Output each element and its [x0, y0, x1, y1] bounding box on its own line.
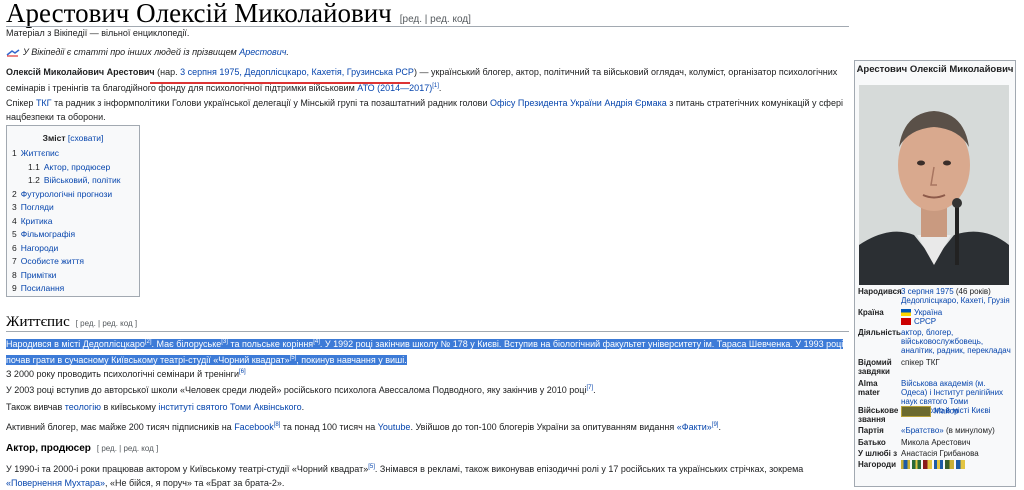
hatnote-text: У Вікіпедії є статті про інших людей із … — [23, 47, 240, 57]
infobox-known-for: Відомий завдяки спікер ТКГ — [858, 358, 940, 376]
award-ribbon-icon[interactable] — [912, 460, 921, 469]
ato-link[interactable]: АТО (2014—2017) — [357, 83, 432, 93]
toc-item-number: 1.2 — [28, 175, 40, 185]
youtube-link[interactable]: Youtube — [378, 422, 411, 432]
ussr-flag-icon — [901, 318, 911, 326]
yermak-link[interactable]: Андрія Єрмака — [604, 98, 666, 108]
section-heading-life: Життєпис[ ред. | ред. код ] — [6, 314, 138, 330]
tkg-link[interactable]: ТКГ — [36, 98, 52, 108]
toc-item-label[interactable]: Погляди — [21, 202, 54, 212]
page-title: Арестович Олексій Миколайович [ред. | ред… — [6, 0, 471, 28]
section-edit-links[interactable]: [ ред. | ред. код ] — [76, 319, 137, 328]
toc-item-label[interactable]: Футурологічні прогнози — [21, 189, 112, 199]
toc-item-number: 1 — [12, 148, 17, 158]
award-ribbons — [901, 460, 1012, 469]
intro-paragraph: Олексій Миколайович Арестович (нар. 3 се… — [6, 67, 838, 93]
toc-item-number: 7 — [12, 256, 17, 266]
toc-item-number: 5 — [12, 229, 17, 239]
toc-item[interactable]: 1.2 Військовий, політик — [12, 174, 139, 188]
toc-item-number: 4 — [12, 215, 17, 226]
institute-link[interactable]: інституті святого Томи Аквінського — [158, 402, 301, 412]
toc-item-label[interactable]: Фільмографія — [21, 229, 75, 239]
infobox-father: Батько Микола Арестович — [858, 438, 971, 447]
toc-item-number: 8 — [12, 269, 17, 280]
toc-item-label[interactable]: Актор, продюсер — [44, 162, 110, 172]
award-ribbon-icon[interactable] — [934, 460, 943, 469]
toc-item-label[interactable]: Посилання — [21, 283, 65, 293]
hatnote: У Вікіпедії є статті про інших людей із … — [6, 47, 289, 57]
major-insignia-icon — [901, 406, 931, 417]
section-heading-actor: Актор, продюсер[ ред. | ред. код ] — [6, 443, 159, 454]
award-ribbon-icon[interactable] — [956, 460, 965, 469]
infobox-born: Народився 3 серпня 1975 (46 років) Дедоплі… — [858, 287, 1010, 305]
toc-item[interactable]: 3 Погляди — [12, 201, 139, 215]
infobox-country: Країна Україна СРСР — [858, 308, 943, 326]
toc-item[interactable]: 4 Критика — [12, 215, 139, 229]
red-underline — [150, 82, 410, 84]
selected-text: Народився в місті Дедоплісцкаро[2]. Має … — [6, 339, 844, 365]
infobox-awards: Нагороди — [858, 460, 1012, 469]
theology-paragraph: Також вивчав теологію в київському інсти… — [6, 402, 305, 412]
actor-paragraph: У 1990-і та 2000-і роки працював актором… — [6, 464, 804, 488]
spokesperson-paragraph: Спікер ТКГ та радник з інформполітики Го… — [6, 98, 843, 122]
fakty-link[interactable]: «Факти» — [677, 422, 712, 432]
infobox-party: Партія «Братство» (в минулому) — [858, 426, 995, 435]
title-divider — [6, 26, 849, 27]
school-paragraph: У 2003 році вступив до авторської школи … — [6, 385, 596, 395]
toc-item-label[interactable]: Критика — [21, 216, 53, 226]
award-ribbon-icon[interactable] — [923, 460, 932, 469]
toc-item-label[interactable]: Життєпис — [21, 148, 59, 158]
toc-item[interactable]: 5 Фільмографія — [12, 228, 139, 242]
toc-item-number: 2 — [12, 188, 17, 199]
infobox: Арестович Олексій Миколайович Народився 3… — [854, 60, 1016, 487]
toc-item[interactable]: 1.1 Актор, продюсер — [12, 161, 139, 175]
blogger-paragraph: Активний блогер, має майже 200 тисяч під… — [6, 422, 721, 432]
section-divider — [6, 331, 849, 332]
ukraine-flag-icon — [901, 309, 911, 317]
table-of-contents: Зміст [сховати] 1 Життєпис 1.1 Актор, продю… — [6, 125, 140, 297]
toc-toggle[interactable]: [сховати] — [68, 133, 103, 143]
portrait-photo — [859, 85, 1009, 285]
ref-1[interactable]: [1] — [432, 83, 439, 89]
theology-link[interactable]: теологію — [65, 402, 101, 412]
toc-item-label[interactable]: Особисте життя — [21, 256, 84, 266]
subject-name: Олексій Миколайович Арестович — [6, 67, 155, 77]
toc-item[interactable]: 7 Особисте життя — [12, 255, 139, 269]
toc-item-number: 1.1 — [28, 161, 40, 172]
toc-item[interactable]: 2 Футурологічні прогнози — [12, 188, 139, 202]
title-edit-links[interactable]: [ред. | ред. код] — [400, 14, 471, 25]
infobox-title: Арестович Олексій Миколайович — [856, 64, 1014, 75]
toc-item[interactable]: 1 Життєпис — [12, 147, 139, 161]
toc-item-number: 9 — [12, 283, 17, 293]
infobox-spouse: У шлюбі з Анастасія Грибанова — [858, 449, 979, 458]
seminars-paragraph: З 2000 року проводить психологічні семін… — [6, 369, 246, 379]
hatnote-link[interactable]: Арестович — [239, 47, 286, 57]
toc-item[interactable]: 9 Посилання — [12, 282, 139, 296]
toc-item-label[interactable]: Нагороди — [21, 243, 58, 253]
toc-item-label[interactable]: Примітки — [21, 270, 57, 280]
office-link[interactable]: Офісу Президента України — [490, 98, 602, 108]
facebook-link[interactable]: Facebook — [234, 422, 274, 432]
site-tagline: Матеріал з Вікіпедії — вільної енциклопе… — [6, 28, 190, 38]
award-ribbon-icon[interactable] — [945, 460, 954, 469]
toc-item[interactable]: 6 Нагороди — [12, 242, 139, 256]
infobox-rank: Військове звання Майор — [858, 406, 959, 424]
dedoplis-link[interactable]: Дедоплісцкаро — [83, 339, 145, 349]
birth-date-link[interactable]: 3 серпня 1975, Дедоплісцкаро, Кахетія, Г… — [180, 67, 414, 77]
toc-item[interactable]: 8 Примітки — [12, 269, 139, 283]
portrait-image — [859, 85, 1009, 285]
section-edit-links[interactable]: [ ред. | ред. код ] — [97, 444, 158, 453]
infobox-activity: Діяльність актор, блогер, військовослужбо… — [858, 328, 1011, 355]
toc-item-number: 6 — [12, 242, 17, 253]
bio-paragraph: Народився в місті Дедоплісцкаро[2]. Має … — [6, 335, 846, 367]
toc-title: Зміст [сховати] — [42, 133, 104, 143]
award-ribbon-icon[interactable] — [901, 460, 910, 469]
toc-item-label[interactable]: Військовий, політик — [44, 175, 121, 185]
toc-list: 1 Життєпис 1.1 Актор, продюсер 1.2 Військовий… — [12, 147, 139, 296]
toc-item-number: 3 — [12, 202, 17, 212]
disambiguation-icon — [6, 49, 20, 57]
